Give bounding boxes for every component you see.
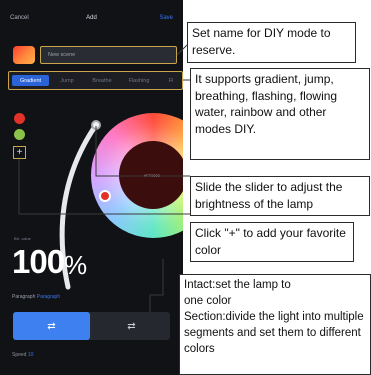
callout-modes: It supports gradient, jump, breathing, f… bbox=[190, 68, 370, 160]
callout-paragraph: Intact:set the lamp to one color Section… bbox=[179, 274, 371, 375]
callout-slider: Slide the slider to adjust the brightnes… bbox=[190, 176, 370, 216]
callout-paragraph-line3: Section:divide the light into multiple s… bbox=[184, 311, 364, 355]
callout-name: Set name for DIY mode to reserve. bbox=[187, 22, 356, 63]
callout-add: Click "+" to add your favorite color bbox=[190, 222, 354, 262]
callout-paragraph-line1: Intact:set the lamp to bbox=[184, 279, 291, 291]
callout-paragraph-line2: one color bbox=[184, 295, 232, 307]
